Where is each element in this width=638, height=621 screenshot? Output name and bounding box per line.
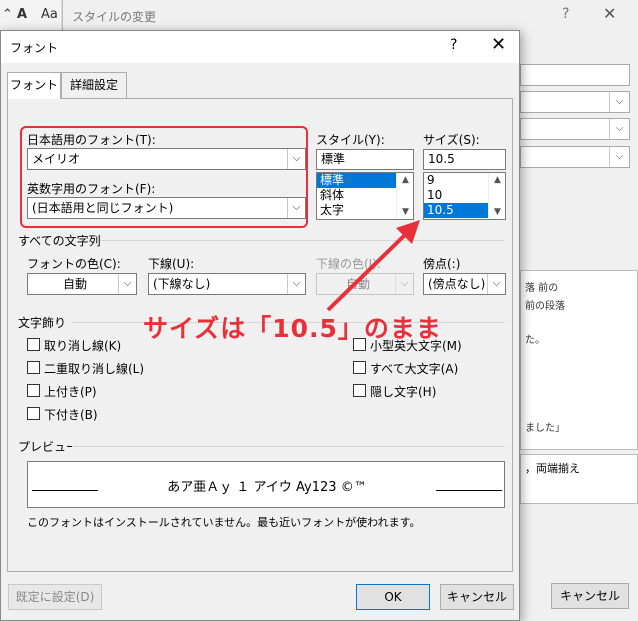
set-as-default-button[interactable]: 既定に設定(D) [8,584,102,610]
strikethrough-label[interactable]: 取り消し線(K) [44,337,121,354]
divider [72,446,505,447]
double-strikethrough-label[interactable]: 二重取り消し線(L) [44,360,144,377]
preview-baseline-right [436,490,502,491]
all-caps-checkbox[interactable] [353,361,366,374]
chevron-down-icon: ⌵ [609,147,629,167]
underline-label: 下線(U): [148,257,195,271]
style-based-on-dropdown[interactable]: ⌵ [520,118,630,140]
preview-line: ました」 [525,423,565,434]
chevron-down-icon: ⌵ [609,92,629,112]
annotation-arrow-line [326,228,412,312]
annotation-arrow [326,220,420,312]
preview-header: プレビュー [18,440,79,454]
underline-value: (下線なし) [153,277,211,291]
toolbar-caret-icon[interactable]: ⌃ [2,7,13,22]
strikethrough-checkbox[interactable] [27,338,40,351]
style-modify-close-icon[interactable]: ✕ [603,4,616,23]
style-option[interactable]: 標準 [317,173,396,188]
preview-line: た。 [525,335,545,346]
subscript-label[interactable]: 下付き(B) [44,406,98,423]
chevron-down-icon[interactable]: ⌵ [487,274,505,294]
all-text-header: すべての文字列 [18,234,101,248]
help-icon[interactable]: ? [450,37,457,53]
close-icon[interactable]: ✕ [491,34,506,55]
style-modify-cancel-button[interactable]: キャンセル [551,583,629,609]
style-preview-pane: 落 前の 前の段落 た。 ました」 [520,270,638,450]
style-modify-dialog-title: スタイルの変更 [72,10,157,24]
font-size-icon[interactable]: A [17,7,27,22]
all-caps-label[interactable]: すべて大文字(A) [370,360,458,377]
cancel-button[interactable]: キャンセル [440,584,514,610]
change-case-icon[interactable]: Aa [41,7,58,22]
style-description: ，両端揃え [520,454,638,504]
tab-font[interactable]: フォント [7,72,61,99]
style-label: スタイル(Y): [316,133,385,147]
preview-sample-text: あア亜Ａｙ １ アイウ Ay123 ©™ [167,480,367,495]
hidden-label[interactable]: 隠し文字(H) [370,383,436,400]
font-fields-highlight [20,126,308,228]
chevron-down-icon[interactable]: ⌵ [118,274,136,294]
size-label: サイズ(S): [423,133,480,147]
size-input[interactable]: 10.5 [423,149,506,170]
superscript-label[interactable]: 上付き(P) [44,383,97,400]
preview-line: 前の段落 [525,301,565,312]
hidden-checkbox[interactable] [353,384,366,397]
superscript-checkbox[interactable] [27,384,40,397]
effects-header: 文字飾り [18,316,67,330]
font-color-label: フォントの色(C): [27,257,121,271]
chevron-down-icon: ⌵ [609,119,629,139]
font-dialog-title: フォント [10,41,59,55]
double-strikethrough-checkbox[interactable] [27,361,40,374]
font-dialog-titlebar [1,31,519,63]
font-color-dropdown[interactable]: 自動 ⌵ [27,273,137,295]
scroll-up-icon[interactable]: ▲ [489,175,505,185]
scroll-down-icon[interactable]: ▼ [489,207,505,217]
subscript-checkbox[interactable] [27,407,40,420]
style-name-field[interactable] [520,64,630,86]
ok-button[interactable]: OK [356,584,430,610]
font-preview-box: あア亜Ａｙ １ アイウ Ay123 ©™ [27,461,505,508]
style-type-dropdown[interactable]: ⌵ [520,91,630,113]
style-next-dropdown[interactable]: ⌵ [520,146,630,168]
style-modify-help-icon[interactable]: ? [562,6,569,22]
tab-advanced[interactable]: 詳細設定 [61,72,127,98]
size-scrollbar[interactable]: ▲ ▼ [488,173,505,219]
preview-line: 落 前の [525,283,559,294]
annotation-text: サイズは「10.5」のまま [143,314,442,343]
scroll-up-icon[interactable]: ▲ [397,175,413,185]
font-not-installed-note: このフォントはインストールされていません。最も近いフォントが使われます。 [27,516,421,529]
style-input[interactable]: 標準 [316,149,414,170]
font-color-value: 自動 [62,277,87,291]
underline-dropdown[interactable]: (下線なし) ⌵ [148,273,306,295]
